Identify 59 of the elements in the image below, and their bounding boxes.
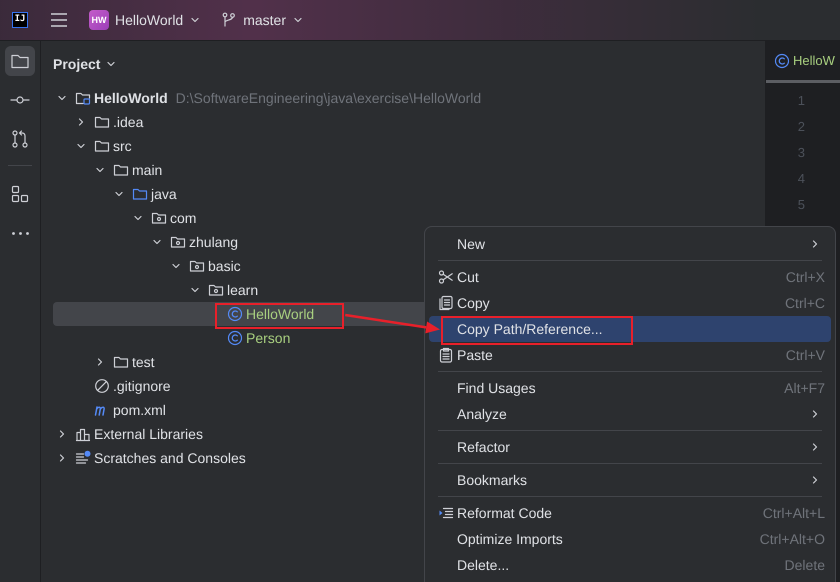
shortcut-text: Delete xyxy=(784,557,825,573)
menu-item[interactable]: Refactor xyxy=(429,434,831,460)
app-logo[interactable]: IJ xyxy=(12,12,28,28)
menu-item[interactable]: New xyxy=(429,231,831,257)
structure-icon xyxy=(10,184,30,204)
project-name: HelloWorld xyxy=(115,12,184,28)
menu-item[interactable]: Analyze xyxy=(429,401,831,427)
folder-icon xyxy=(113,162,129,178)
package-folder-icon xyxy=(208,282,224,298)
tree-item[interactable]: main xyxy=(53,158,765,182)
folder-icon xyxy=(94,114,110,130)
pull-requests-icon xyxy=(10,129,30,149)
class-icon xyxy=(227,330,243,346)
libraries-icon xyxy=(75,426,91,442)
menu-item[interactable]: Delete... Delete xyxy=(429,552,831,578)
shortcut-text: Ctrl+Alt+L xyxy=(762,505,825,521)
more-icon xyxy=(12,232,28,234)
tree-item[interactable]: HelloWorld D:\SoftwareEngineering\java\exercise\HelloWorld xyxy=(53,86,765,110)
branch-icon xyxy=(221,12,238,28)
reformat-icon xyxy=(438,505,454,521)
menu-item[interactable]: Find Usages Alt+F7 xyxy=(429,375,831,401)
menu-item[interactable]: Cut Ctrl+X xyxy=(429,264,831,290)
shortcut-text: Ctrl+Alt+O xyxy=(760,531,825,547)
package-folder-icon xyxy=(189,258,205,274)
scissors-icon xyxy=(438,269,454,285)
project-folder-icon xyxy=(75,90,91,106)
branch-switcher[interactable]: master xyxy=(221,12,304,28)
tree-item[interactable]: java xyxy=(53,182,765,206)
folder-icon xyxy=(132,186,148,202)
shortcut-text: Alt+F7 xyxy=(784,380,825,396)
tool-window-button[interactable] xyxy=(5,46,35,76)
folder-icon xyxy=(113,354,129,370)
package-folder-icon xyxy=(170,234,186,250)
branch-name: master xyxy=(243,12,286,28)
menu-icon[interactable] xyxy=(50,12,68,28)
shortcut-text: Ctrl+X xyxy=(786,269,825,285)
menu-item[interactable]: Bookmarks xyxy=(429,467,831,493)
path-text: D:\SoftwareEngineering\java\exercise\HelloWorld xyxy=(176,90,482,106)
menu-item[interactable]: Paste Ctrl+V xyxy=(429,342,831,368)
project-badge: HW xyxy=(89,10,109,30)
tree-item[interactable]: com xyxy=(53,206,765,230)
menu-item[interactable]: Optimize Imports Ctrl+Alt+O xyxy=(429,526,831,552)
class-icon xyxy=(227,306,243,322)
editor-tab[interactable]: HelloW xyxy=(766,52,835,68)
panel-title-dropdown[interactable]: Project xyxy=(53,53,118,74)
tree-item[interactable]: .idea xyxy=(53,110,765,134)
project-switcher[interactable]: HW HelloWorld xyxy=(89,10,202,30)
class-icon xyxy=(774,52,790,68)
folder-icon xyxy=(94,138,110,154)
package-folder-icon xyxy=(151,210,167,226)
blocked-circle-icon xyxy=(94,378,110,394)
copy-icon xyxy=(438,295,454,311)
scratches-icon xyxy=(75,450,91,466)
tree-item[interactable]: src xyxy=(53,134,765,158)
menu-item[interactable]: Reformat Code Ctrl+Alt+L xyxy=(429,500,831,526)
menu-item[interactable]: Copy Path/Reference... xyxy=(429,316,831,342)
clipboard-icon xyxy=(438,347,454,363)
shortcut-text: Ctrl+V xyxy=(786,347,825,363)
shortcut-text: Ctrl+C xyxy=(784,295,825,311)
